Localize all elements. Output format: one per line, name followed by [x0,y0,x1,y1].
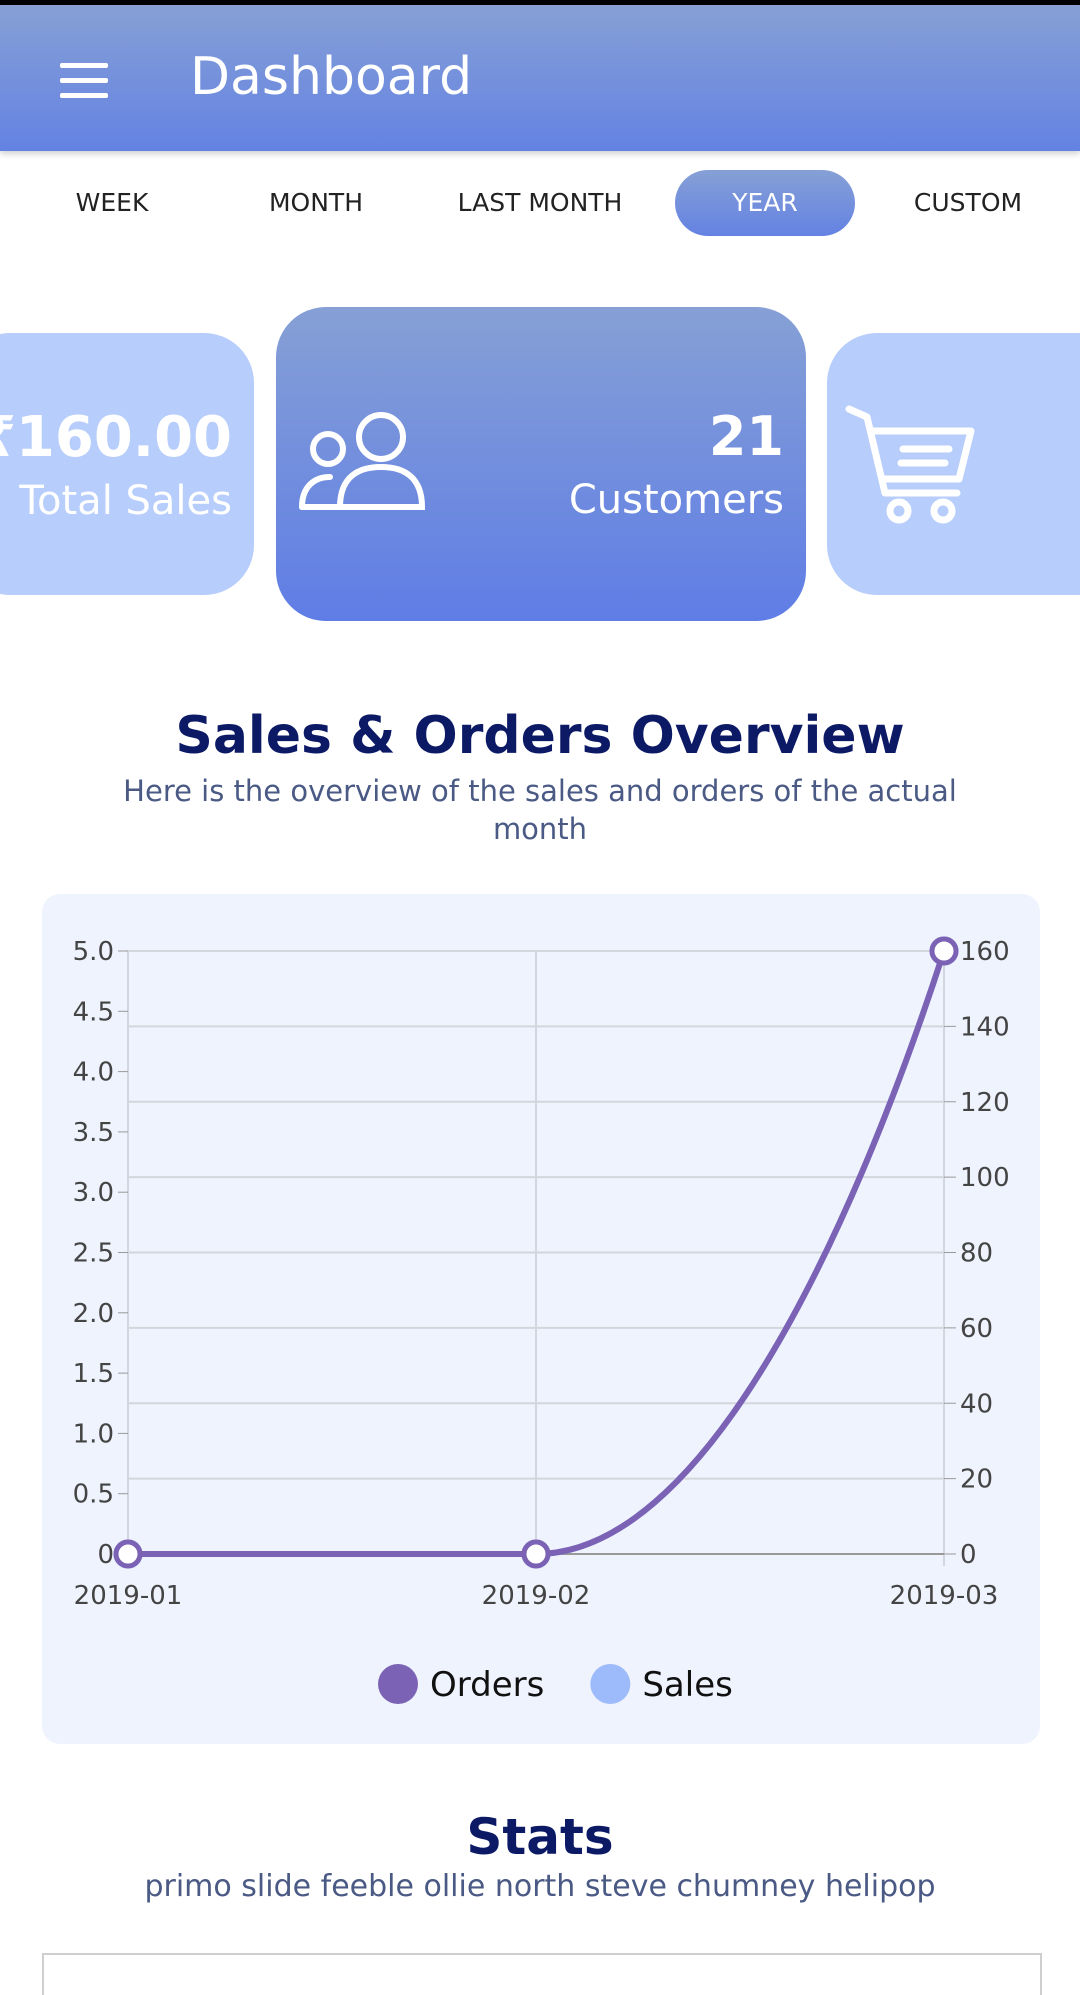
sales-orders-chart: 0 0.5 1.0 1.5 2.0 2.5 3.0 3.5 4.0 4.5 5.0 0 20 40 60 8… [42,894,1040,1744]
total-sales-label: Total Sales [19,478,232,524]
tab-month[interactable]: MONTH [244,170,388,236]
stats-subtitle: primo slide feeble ollie north steve chu… [144,1869,936,1904]
page-title: Dashboard [190,47,473,107]
left-tick-label: 0 [97,1540,114,1570]
total-sales-card[interactable]: ₹160.00 Total Sales [0,333,254,595]
stats-panel [42,1953,1042,1995]
data-point-orders [929,936,959,966]
tab-custom[interactable]: CUSTOM [893,170,1043,236]
left-tick-label: 2.0 [73,1299,114,1329]
right-tick-label: 20 [960,1465,993,1495]
left-tick-label: 1.0 [73,1419,114,1449]
users-icon [299,412,426,510]
right-tick-label: 40 [960,1389,993,1419]
total-sales-value: ₹160.00 [0,405,232,470]
left-tick-label: 0.5 [73,1480,114,1510]
right-tick-label: 0 [960,1540,977,1570]
right-tick-label: 160 [960,937,1010,967]
app-bar: Dashboard [0,5,1080,151]
left-tick-label: 2.5 [73,1239,114,1269]
left-tick-label: 1.5 [73,1359,114,1389]
legend-label-orders: Orders [430,1665,544,1705]
right-tick-label: 120 [960,1088,1010,1118]
stats-title: Stats [466,1808,614,1866]
overview-title: Sales & Orders Overview [175,706,905,766]
right-tick-label: 100 [960,1163,1010,1193]
tab-week[interactable]: WEEK [42,170,182,236]
line-chart: 0 0.5 1.0 1.5 2.0 2.5 3.0 3.5 4.0 4.5 5.0 0 20 40 60 8… [73,936,1010,1705]
period-tabs: WEEK MONTH LAST MONTH YEAR CUSTOM [0,170,1080,240]
legend-swatch-sales [590,1664,631,1704]
left-tick-label: 4.0 [73,1058,114,1088]
x-tick-label: 2019-01 [74,1581,183,1611]
right-tick-label: 140 [960,1012,1010,1042]
customers-card[interactable]: 21 Customers [276,307,806,621]
x-tick-label: 2019-03 [890,1581,999,1611]
overview-subtitle: Here is the overview of the sales and or… [123,774,957,846]
left-tick-label: 3.0 [73,1178,114,1208]
menu-icon[interactable] [54,59,114,109]
right-tick-label: 80 [960,1239,993,1269]
data-point-orders [113,1539,143,1569]
legend-label-sales: Sales [642,1665,733,1705]
customers-value: 21 [708,405,784,468]
tab-year[interactable]: YEAR [675,170,855,236]
cart-icon [845,405,975,524]
legend-swatch-orders [378,1664,418,1704]
data-point-orders [521,1539,551,1569]
right-tick-label: 60 [960,1314,993,1344]
customers-label: Customers [568,477,784,523]
left-tick-label: 5.0 [73,937,114,967]
tab-last-month[interactable]: LAST MONTH [440,170,640,236]
left-tick-label: 3.5 [73,1118,114,1148]
x-tick-label: 2019-02 [482,1581,591,1611]
left-tick-label: 4.5 [73,997,114,1027]
orders-card[interactable] [827,333,1080,595]
